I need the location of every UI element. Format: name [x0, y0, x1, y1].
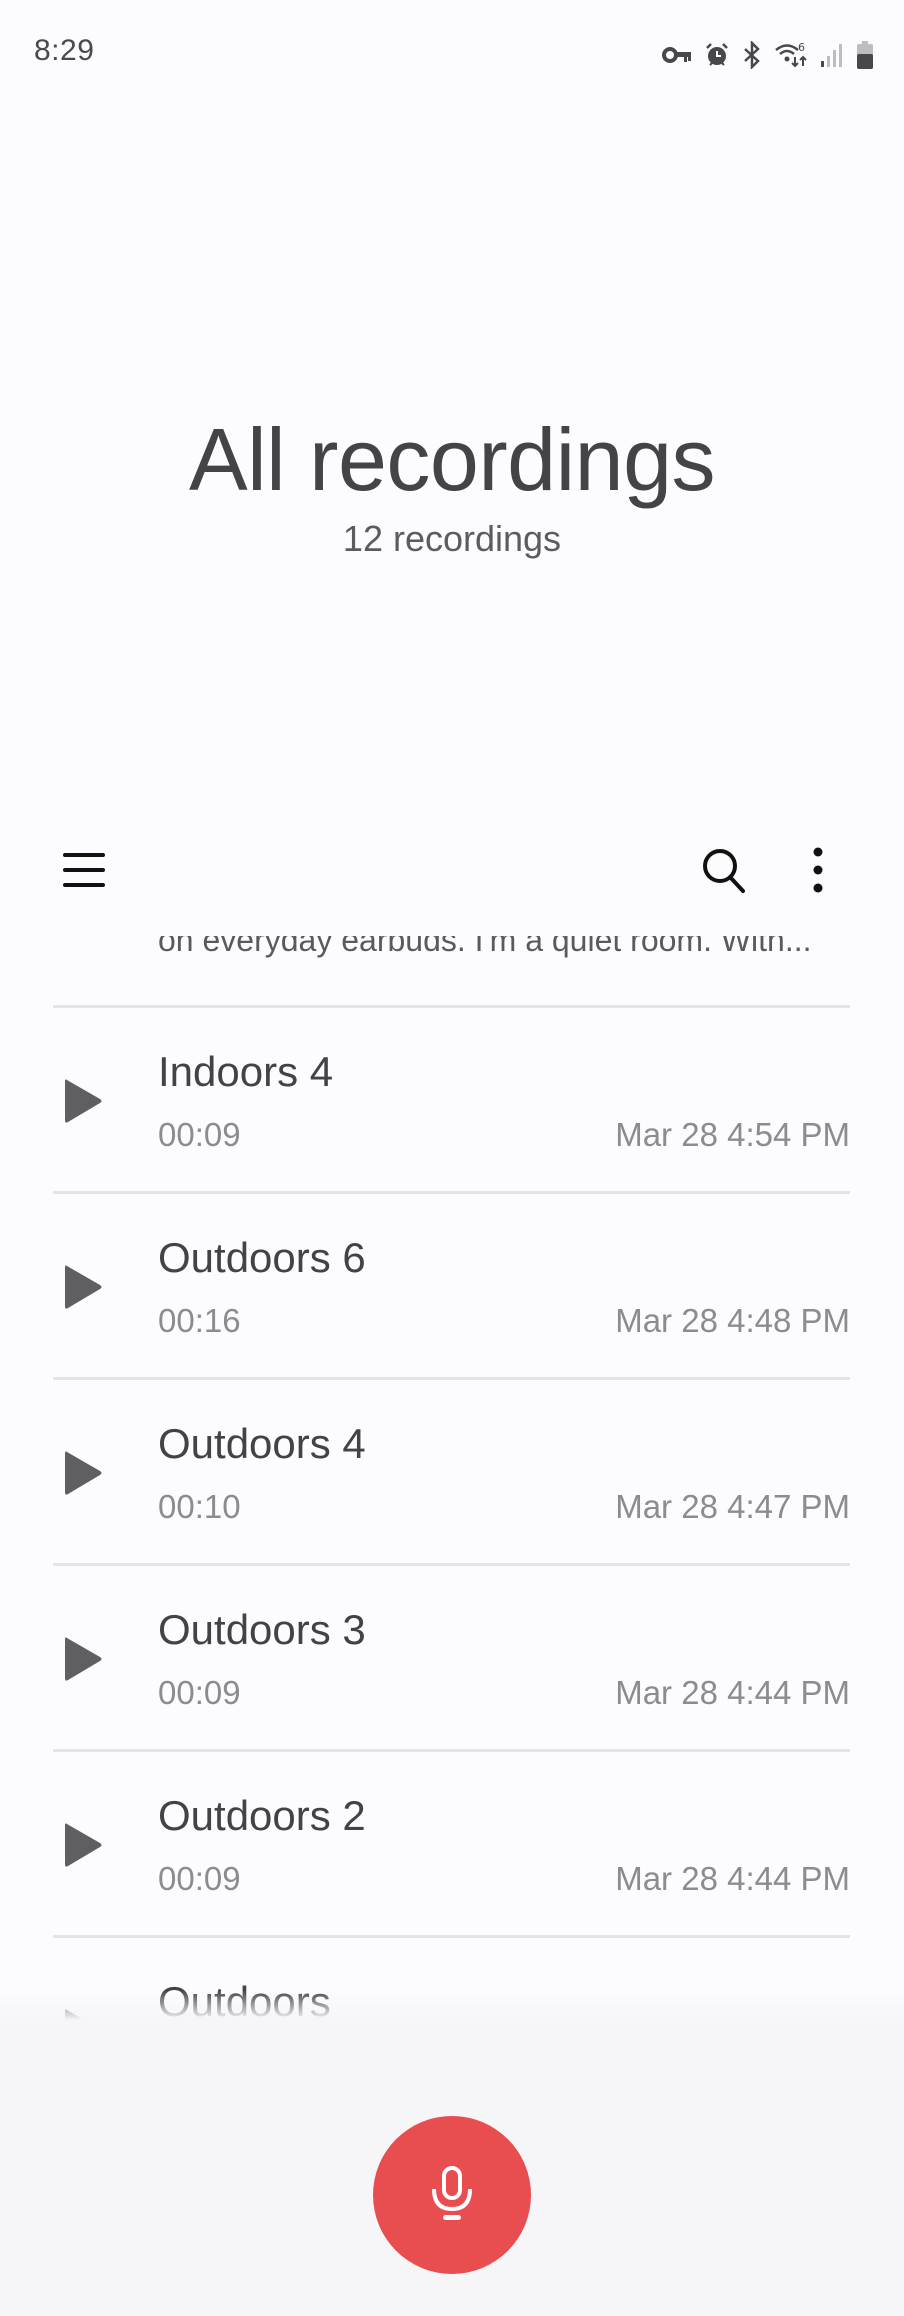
record-button[interactable]: [373, 2116, 531, 2274]
play-icon[interactable]: [62, 1448, 104, 1498]
recording-date: Mar 28 4:44 PM: [615, 1860, 850, 1897]
recording-duration: 00:09: [158, 1674, 241, 1711]
recording-name: Outdoors 4: [158, 1420, 366, 1467]
more-options-button[interactable]: [778, 830, 858, 910]
page-title: All recordings: [188, 410, 716, 509]
svg-text:6: 6: [798, 41, 805, 54]
recording-name: Indoors 4: [158, 1048, 334, 1095]
recording-name: Outdoors 3: [158, 1606, 366, 1653]
recording-date: Mar 28 4:47 PM: [615, 1488, 850, 1525]
play-icon[interactable]: [62, 1076, 104, 1126]
status-icons: 6: [662, 40, 874, 70]
hamburger-menu-icon: [63, 853, 105, 887]
recording-name: Outdoors 2: [158, 1792, 366, 1839]
play-icon[interactable]: [62, 1820, 104, 1870]
microphone-icon: [432, 2166, 472, 2220]
menu-button[interactable]: [44, 830, 124, 910]
search-button[interactable]: [684, 830, 764, 910]
recording-duration: 00:10: [158, 1488, 241, 1525]
recording-name: Outdoors 6: [158, 1234, 366, 1281]
status-bar: 8:29 6: [0, 0, 904, 110]
recording-row[interactable]: Indoors 4 00:09 Mar 28 4:54 PM: [0, 1008, 904, 1191]
previous-item-snippet: on everyday earbuds. I'm a quiet room. W…: [158, 922, 812, 958]
recordings-list[interactable]: on everyday earbuds. I'm a quiet room. W…: [0, 910, 904, 2020]
search-icon: [703, 849, 745, 893]
bottom-fade: [0, 1990, 904, 2020]
status-time: 8:29: [34, 34, 95, 67]
recording-duration: 00:09: [158, 1860, 241, 1897]
alarm-icon: [704, 42, 730, 68]
recording-row[interactable]: Outdoors 4 00:10 Mar 28 4:47 PM: [0, 1380, 904, 1563]
recording-row[interactable]: Outdoors 6 00:16 Mar 28 4:48 PM: [0, 1194, 904, 1377]
battery-icon: [856, 40, 874, 70]
recording-duration: 00:16: [158, 1302, 241, 1339]
recording-duration: 00:09: [158, 1116, 241, 1153]
recordings-count: 12 recordings: [342, 518, 562, 559]
play-icon[interactable]: [62, 1262, 104, 1312]
recording-date: Mar 28 4:54 PM: [615, 1116, 850, 1153]
page-header: All recordings 12 recordings: [0, 380, 904, 560]
wifi-6-icon: 6: [774, 41, 808, 69]
cellular-signal-icon: [820, 42, 844, 68]
bluetooth-icon: [742, 41, 762, 69]
more-options-icon: [813, 847, 823, 893]
recording-date: Mar 28 4:48 PM: [615, 1302, 850, 1339]
vpn-key-icon: [662, 46, 692, 64]
recording-row[interactable]: Outdoors 3 00:09 Mar 28 4:44 PM: [0, 1566, 904, 1749]
toolbar: [0, 830, 904, 910]
recording-row[interactable]: Outdoors 2 00:09 Mar 28 4:44 PM: [0, 1752, 904, 1935]
recording-date: Mar 28 4:44 PM: [615, 1674, 850, 1711]
play-icon[interactable]: [62, 1634, 104, 1684]
